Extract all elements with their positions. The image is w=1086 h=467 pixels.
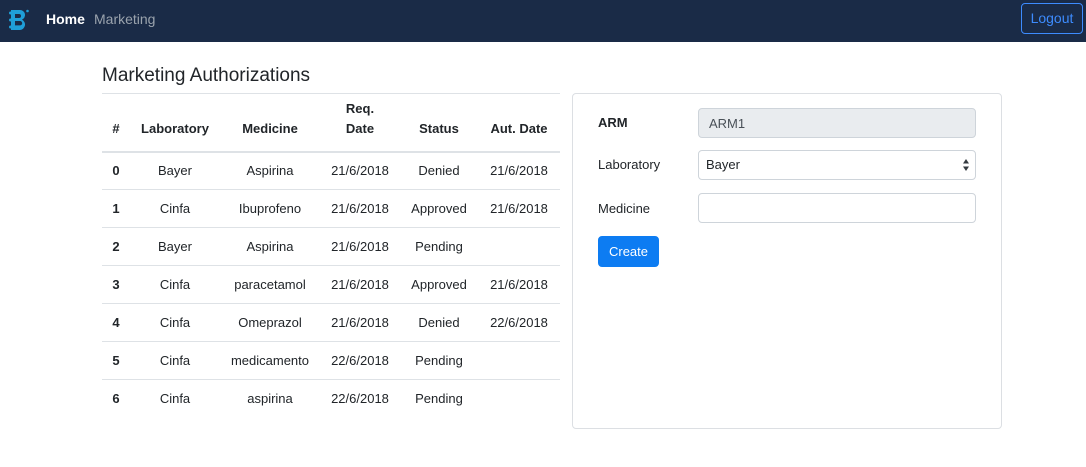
cell-req-date: 22/6/2018 bbox=[320, 379, 400, 418]
table-header-row: # Laboratory Medicine Req. Date Status A… bbox=[102, 93, 560, 152]
cell-index: 0 bbox=[102, 150, 130, 190]
authorization-form-card: ARM Laboratory Bayer Medicine Create bbox=[572, 93, 1002, 429]
req-date-line1: Req. bbox=[345, 100, 375, 116]
cell-req-date: 22/6/2018 bbox=[320, 341, 400, 380]
laboratory-selected-value: Bayer bbox=[706, 157, 740, 172]
navbar: Home Marketing Logout bbox=[0, 0, 1086, 42]
table-row: 5 Cinfa medicamento 22/6/2018 Pending bbox=[102, 341, 560, 380]
medicine-label: Medicine bbox=[598, 201, 651, 216]
table-row: 6 Cinfa aspirina 22/6/2018 Pending bbox=[102, 379, 560, 418]
authorizations-table: # Laboratory Medicine Req. Date Status A… bbox=[102, 93, 560, 418]
cell-req-date: 21/6/2018 bbox=[320, 150, 400, 190]
column-header-index: # bbox=[102, 93, 130, 152]
cell-status: Denied bbox=[400, 303, 478, 342]
cell-status: Pending bbox=[400, 341, 478, 380]
cell-medicine: medicamento bbox=[220, 341, 320, 380]
cell-medicine: Omeprazol bbox=[220, 303, 320, 342]
cell-req-date: 21/6/2018 bbox=[320, 303, 400, 342]
cell-status: Approved bbox=[400, 265, 478, 304]
column-header-medicine: Medicine bbox=[220, 93, 320, 152]
cell-status: Pending bbox=[400, 227, 478, 266]
cell-laboratory: Cinfa bbox=[130, 341, 220, 380]
cell-req-date: 21/6/2018 bbox=[320, 189, 400, 228]
table-row: 0 Bayer Aspirina 21/6/2018 Denied 21/6/2018 bbox=[102, 150, 560, 190]
cell-status: Denied bbox=[400, 150, 478, 190]
cell-aut-date: 21/6/2018 bbox=[478, 265, 560, 304]
laboratory-select[interactable]: Bayer bbox=[698, 150, 976, 180]
laboratory-label: Laboratory bbox=[598, 157, 661, 172]
table-row: 2 Bayer Aspirina 21/6/2018 Pending bbox=[102, 227, 560, 266]
nav-home-link[interactable]: Home bbox=[46, 11, 85, 27]
nav-marketing-link[interactable]: Marketing bbox=[94, 11, 155, 27]
cell-status: Pending bbox=[400, 379, 478, 418]
table-body: 0 Bayer Aspirina 21/6/2018 Denied 21/6/2018 1 C… bbox=[102, 150, 560, 418]
cell-laboratory: Cinfa bbox=[130, 189, 220, 228]
select-arrows-icon bbox=[963, 159, 969, 171]
cell-status: Approved bbox=[400, 189, 478, 228]
cell-aut-date: 21/6/2018 bbox=[478, 189, 560, 228]
cell-index: 6 bbox=[102, 379, 130, 418]
cell-index: 3 bbox=[102, 265, 130, 304]
column-header-status: Status bbox=[400, 93, 478, 152]
cell-req-date: 21/6/2018 bbox=[320, 265, 400, 304]
column-header-req-date: Req. Date bbox=[320, 93, 400, 152]
cell-aut-date: 21/6/2018 bbox=[478, 150, 560, 190]
cell-aut-date bbox=[478, 227, 560, 266]
cell-medicine: Aspirina bbox=[220, 150, 320, 190]
page-title: Marketing Authorizations bbox=[102, 65, 311, 86]
cell-index: 1 bbox=[102, 189, 130, 228]
logout-button[interactable]: Logout bbox=[1021, 3, 1083, 34]
cell-laboratory: Cinfa bbox=[130, 379, 220, 418]
column-header-laboratory: Laboratory bbox=[130, 93, 220, 152]
cell-index: 5 bbox=[102, 341, 130, 380]
cell-medicine: paracetamol bbox=[220, 265, 320, 304]
b-logo-icon[interactable] bbox=[8, 8, 30, 32]
req-date-line2: Date bbox=[345, 120, 375, 136]
cell-medicine: Aspirina bbox=[220, 227, 320, 266]
table-row: 1 Cinfa Ibuprofeno 21/6/2018 Approved 21/6/20… bbox=[102, 189, 560, 228]
cell-medicine: aspirina bbox=[220, 379, 320, 418]
cell-req-date: 21/6/2018 bbox=[320, 227, 400, 266]
medicine-field[interactable] bbox=[698, 193, 976, 223]
cell-laboratory: Bayer bbox=[130, 227, 220, 266]
cell-laboratory: Cinfa bbox=[130, 303, 220, 342]
cell-index: 4 bbox=[102, 303, 130, 342]
table-row: 3 Cinfa paracetamol 21/6/2018 Approved 21/6/2… bbox=[102, 265, 560, 304]
cell-aut-date bbox=[478, 341, 560, 380]
column-header-aut-date: Aut. Date bbox=[478, 93, 560, 152]
arm-label: ARM bbox=[598, 115, 628, 130]
arm-field[interactable] bbox=[698, 108, 976, 138]
cell-laboratory: Cinfa bbox=[130, 265, 220, 304]
cell-laboratory: Bayer bbox=[130, 150, 220, 190]
cell-index: 2 bbox=[102, 227, 130, 266]
cell-aut-date: 22/6/2018 bbox=[478, 303, 560, 342]
cell-aut-date bbox=[478, 379, 560, 418]
create-button[interactable]: Create bbox=[598, 236, 659, 267]
table-row: 4 Cinfa Omeprazol 21/6/2018 Denied 22/6/2018 bbox=[102, 303, 560, 342]
cell-medicine: Ibuprofeno bbox=[220, 189, 320, 228]
